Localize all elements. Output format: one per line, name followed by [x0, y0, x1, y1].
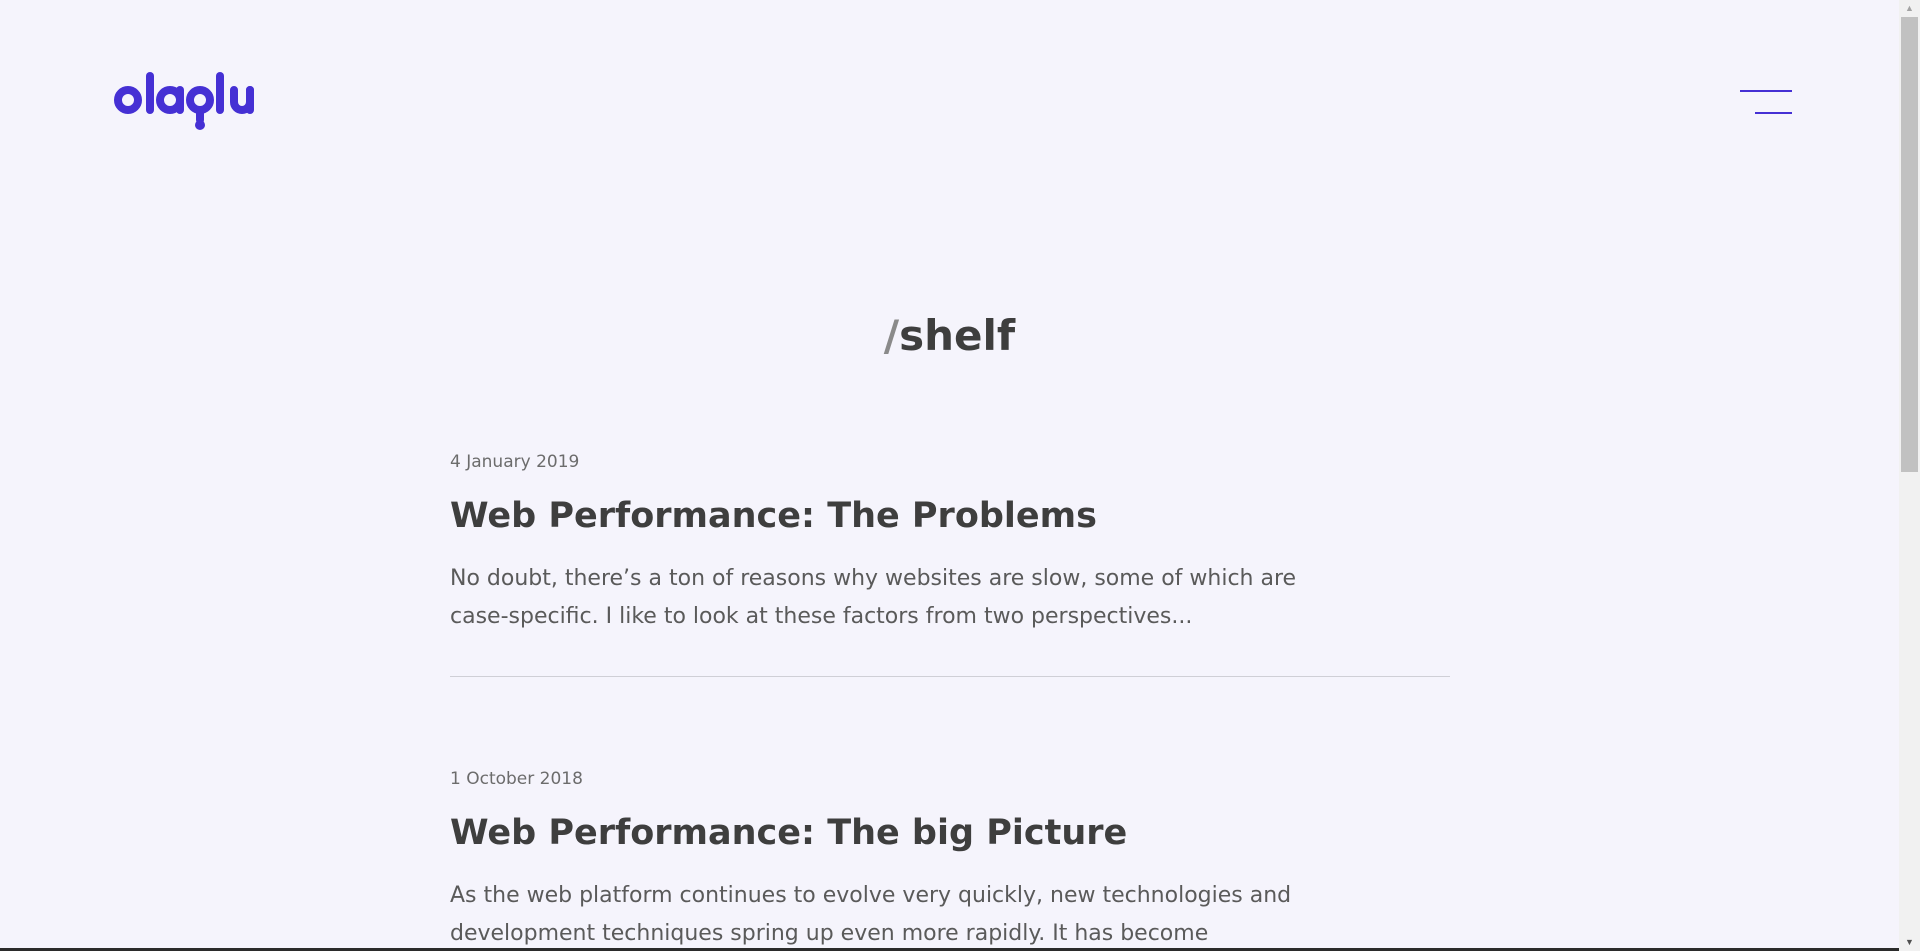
hamburger-menu-icon-line	[1755, 112, 1792, 114]
scrollbar-thumb[interactable]	[1901, 17, 1918, 472]
post-title-link[interactable]: Web Performance: The big Picture	[450, 811, 1450, 855]
vertical-scrollbar[interactable]: ▲ ▼	[1899, 0, 1920, 951]
post-item: 1 October 2018 Web Performance: The big …	[450, 767, 1450, 951]
post-item: 4 January 2019 Web Performance: The Prob…	[450, 450, 1450, 636]
page: olaolu /shelf 4 January 2019 Web Perform…	[0, 0, 1899, 951]
post-excerpt: As the web platform continues to evolve …	[450, 883, 1292, 946]
page-title: /shelf	[0, 306, 1899, 366]
logo[interactable]: olaolu	[112, 70, 256, 134]
post-date: 1 October 2018	[450, 769, 583, 789]
post-title-link[interactable]: Web Performance: The Problems	[450, 494, 1450, 538]
hamburger-menu-icon	[1740, 90, 1792, 92]
scroll-down-arrow-icon[interactable]: ▼	[1899, 934, 1920, 951]
scroll-up-arrow-icon[interactable]: ▲	[1899, 0, 1920, 17]
post-excerpt: No doubt, there’s a ton of reasons why w…	[450, 566, 1297, 629]
post-divider	[450, 676, 1450, 677]
page-title-slash: /	[883, 311, 900, 360]
page-title-text: shelf	[899, 311, 1016, 360]
logo-mark: olaolu	[114, 72, 254, 130]
menu-button[interactable]	[1740, 88, 1792, 116]
post-date: 4 January 2019	[450, 452, 580, 472]
